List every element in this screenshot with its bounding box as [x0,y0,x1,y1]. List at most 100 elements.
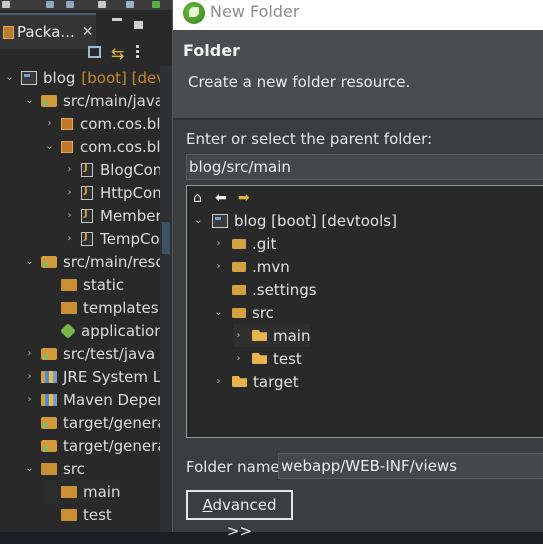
explorer-item-label: templates [83,298,159,317]
folder-name-input[interactable] [278,453,543,479]
explorer-tree-item[interactable]: ⌄ src/main/resou [24,250,174,273]
explorer-tree-item[interactable]: › HttpCon [64,181,162,204]
expand-chevron-icon[interactable]: › [24,371,35,382]
explorer-tree-item[interactable]: › JRE System Lib [24,365,175,388]
explorer-tree-item[interactable]: target/generat [24,434,172,457]
parent-folder-input[interactable] [186,154,543,180]
folder-icon [61,508,77,521]
home-icon[interactable]: ⌂ [193,190,202,206]
package-icon [61,140,73,153]
explorer-item-label: JRE System Lib [63,367,175,386]
forward-arrow-icon[interactable]: ➡ [238,190,250,206]
folder-icon [61,278,77,291]
folder-tree-item[interactable]: ⌄ src [213,301,274,324]
explorer-tree-item[interactable]: › Member [64,204,162,227]
explorer-tree-item[interactable]: templates [44,296,159,319]
explorer-tree-item[interactable]: test [44,503,112,526]
expand-chevron-icon[interactable]: › [64,210,75,221]
explorer-item-label: Maven Depen [63,390,167,409]
explorer-item-label: src [63,459,85,478]
expand-chevron-icon[interactable]: › [64,164,75,175]
explorer-tree-item[interactable]: › Maven Depen [24,388,167,411]
explorer-tree-item[interactable]: main [44,480,121,503]
close-tab-icon[interactable]: ✕ [82,24,94,40]
folder-tree-item[interactable]: › .git [213,232,277,255]
folder-tree-item[interactable]: › test [233,347,302,370]
expand-chevron-icon[interactable]: › [213,238,224,249]
source-folder-icon [41,416,57,429]
explorer-tree-item[interactable]: ⌄ blog [boot] [devt [4,66,171,89]
expand-chevron-icon[interactable]: › [213,376,224,387]
expand-chevron-icon[interactable]: › [44,118,55,129]
expand-chevron-icon[interactable]: › [64,187,75,198]
expand-chevron-icon[interactable]: › [24,394,35,405]
dialog-titlebar[interactable]: New Folder [173,0,543,30]
toolbar-save-all-icon[interactable] [66,1,74,8]
expand-chevron-icon[interactable]: › [213,261,224,272]
explorer-item-label: com.cos.blo [80,137,170,156]
folder-icon [41,462,57,475]
java-file-icon [81,185,93,200]
explorer-tree-item[interactable]: › BlogCon [64,158,163,181]
expand-chevron-icon[interactable]: › [24,348,35,359]
toolbar-terminal-icon[interactable] [98,1,106,8]
explorer-item-label: src/test/java [63,344,156,363]
advanced-button-label: dvanced >> [212,496,277,540]
explorer-tree-item[interactable]: › com.cos.blo [44,112,170,135]
folder-icon [232,284,246,295]
explorer-tree-item[interactable]: ⌄ src [24,457,85,480]
collapse-all-icon[interactable] [88,46,101,58]
folder-tree-item[interactable]: .settings [213,278,317,301]
maximize-view-icon[interactable] [134,21,143,29]
toolbar-new-icon[interactable] [2,1,10,8]
dialog-title: New Folder [210,2,300,21]
tab-package-explorer[interactable]: Packa... ✕ [0,13,96,49]
collapse-chevron-icon[interactable]: ⌄ [44,141,55,152]
project-icon [212,213,228,228]
folder-tree-item[interactable]: ⌄ blog [boot] [devtools] [193,209,397,232]
collapse-chevron-icon[interactable]: ⌄ [193,215,204,226]
folder-tree-item[interactable]: › main [233,324,311,347]
toolbar-search-icon[interactable] [126,1,134,8]
folder-icon [61,485,77,498]
expand-chevron-icon[interactable]: › [233,330,244,341]
toolbar-save-icon[interactable] [46,1,54,8]
back-arrow-icon[interactable]: ⬅ [215,190,227,206]
folder-tree-label: src [252,303,274,322]
explorer-tree-item[interactable]: ⌄ com.cos.blo [44,135,170,158]
folder-tree[interactable]: ⌂ ⬅ ➡ ⌄ blog [boot] [devtools] › .git › .mvn.… [186,185,543,438]
explorer-item-label: BlogCon [100,160,163,179]
explorer-tree-item[interactable]: ⌄ src/main/java [24,89,164,112]
collapse-chevron-icon[interactable]: ⌄ [24,463,35,474]
explorer-tree-item[interactable]: static [44,273,124,296]
folder-tree-item[interactable]: › .mvn [213,255,290,278]
explorer-tree-item[interactable]: application [44,319,164,342]
package-tree-scrollbar[interactable] [160,66,172,532]
explorer-item-label: blog [43,68,76,87]
collapse-chevron-icon[interactable]: ⌄ [24,256,35,267]
advanced-button-mnemonic: A [202,496,213,514]
collapse-chevron-icon[interactable]: ⌄ [24,95,35,106]
explorer-tree-item[interactable]: › src/test/java [24,342,156,365]
collapse-chevron-icon[interactable]: ⌄ [213,307,224,318]
explorer-item-label: main [83,482,121,501]
explorer-tree-item[interactable]: target/generat [24,411,172,434]
new-folder-dialog: New Folder Folder Create a new folder re… [172,0,543,540]
java-file-icon [81,208,93,223]
view-menu-icon[interactable] [136,45,140,60]
toolbar-run-icon[interactable] [152,1,160,8]
collapse-chevron-icon[interactable]: ⌄ [4,72,15,83]
link-with-editor-icon[interactable]: ⇆ [111,44,124,63]
minimize-view-icon[interactable] [112,18,122,21]
expand-chevron-icon[interactable]: › [64,233,75,244]
folder-tree-label: target [253,372,299,391]
folder-tree-item[interactable]: › target [213,370,299,393]
explorer-item-label: target/generat [63,436,173,455]
scrollbar-thumb[interactable] [162,222,170,254]
explorer-item-label: src/main/java [63,91,164,110]
advanced-button[interactable]: Advanced >> [186,490,293,540]
explorer-tree-item[interactable]: › TempCo [64,227,160,250]
package-icon [61,117,73,130]
expand-chevron-icon[interactable]: › [233,353,244,364]
spring-tool-suite-icon [183,2,205,24]
